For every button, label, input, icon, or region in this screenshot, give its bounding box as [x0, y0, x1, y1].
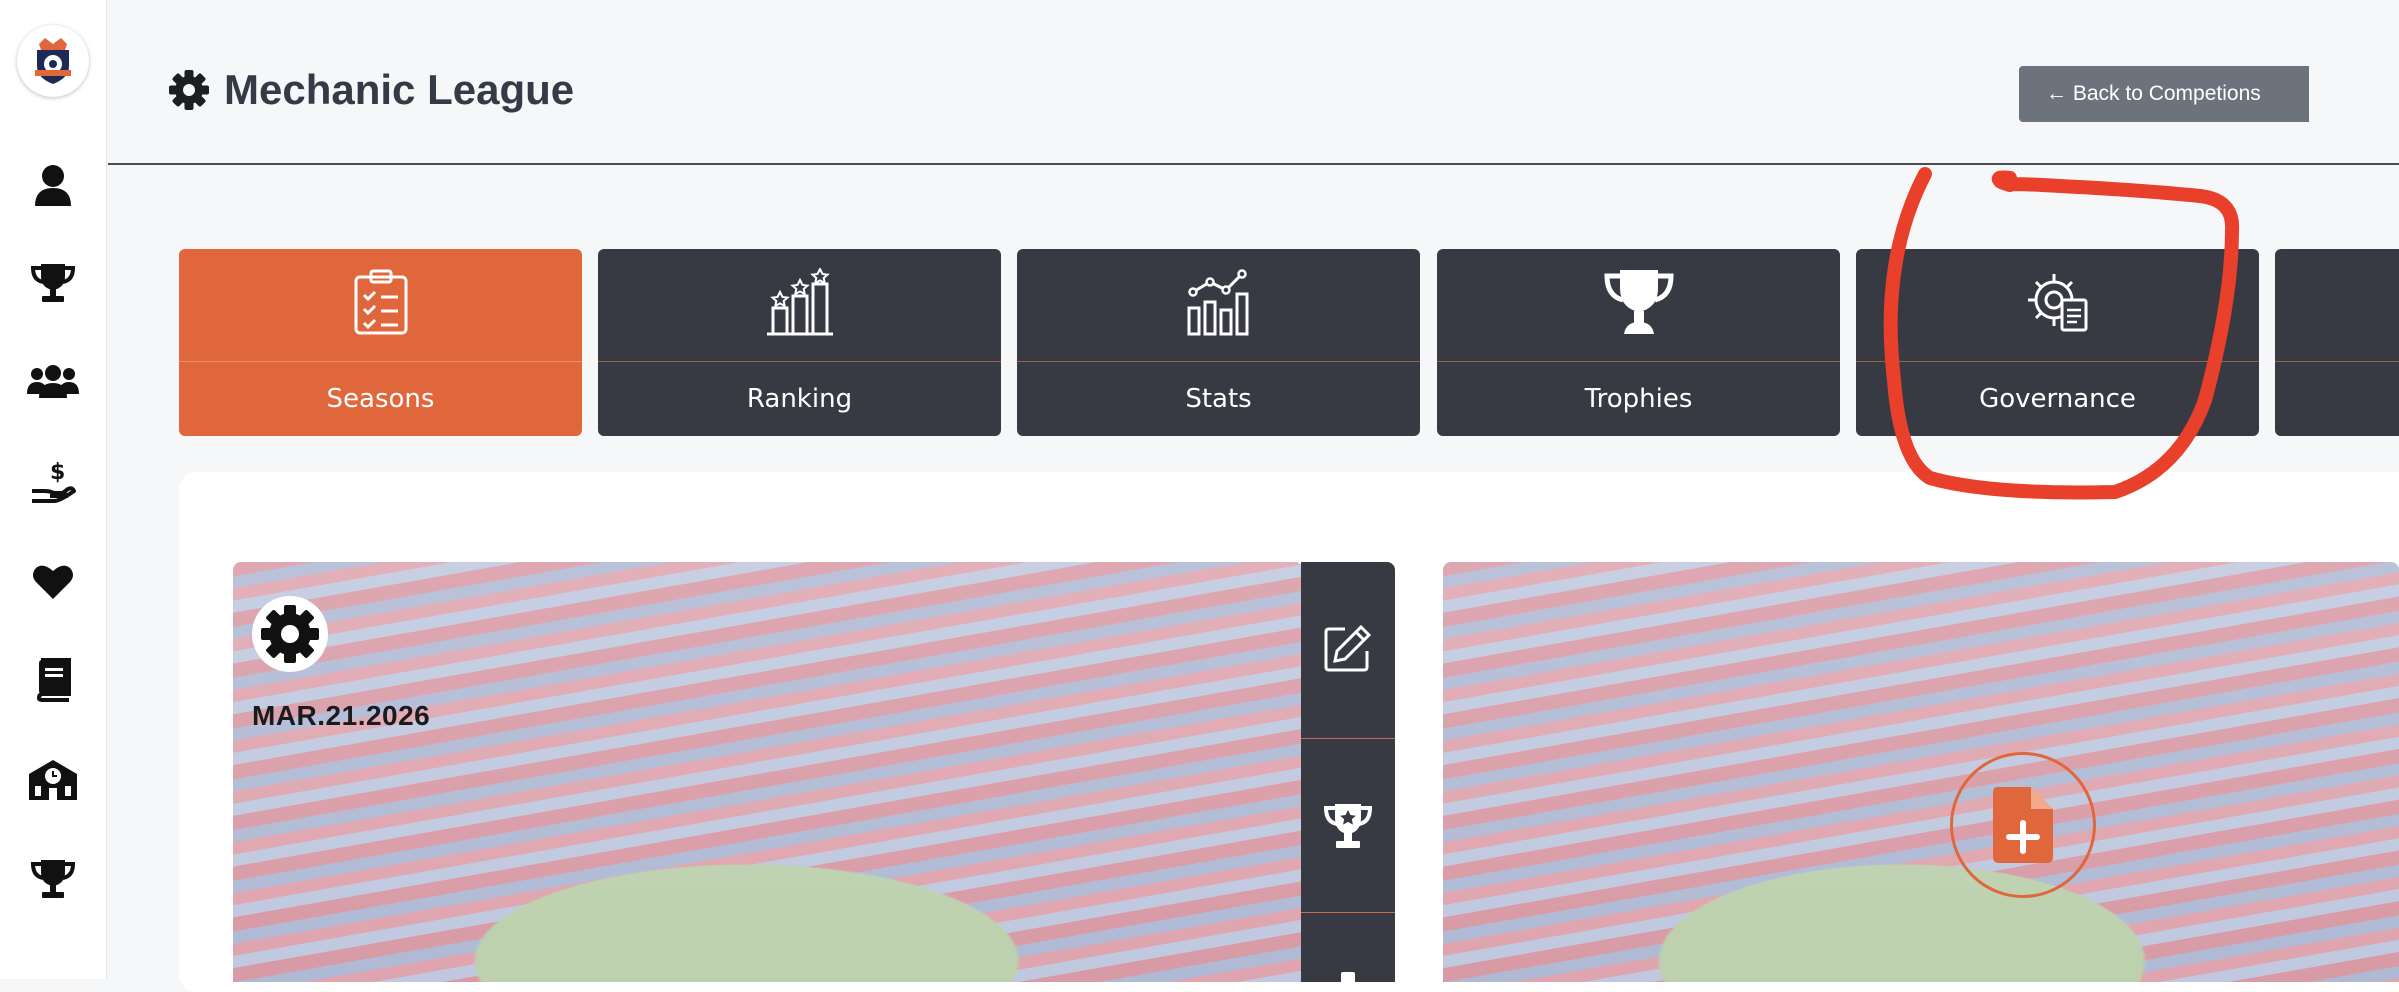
- tab-divider: [179, 361, 582, 362]
- gear-document-icon: [1856, 265, 2259, 339]
- tab-label: Ranking: [746, 384, 853, 414]
- trophy-icon: [31, 860, 75, 898]
- club-logo[interactable]: [17, 25, 89, 97]
- edit-season-button[interactable]: [1301, 562, 1395, 734]
- sidebar-item-teams[interactable]: [24, 353, 82, 411]
- sidebar: $: [0, 0, 107, 979]
- season-date: MAR.21.2026: [252, 700, 431, 731]
- season-trophy-button[interactable]: [1301, 740, 1395, 912]
- gear-icon: [252, 596, 328, 672]
- sidebar-item-rules[interactable]: [24, 651, 82, 709]
- tab-divider: [2275, 361, 2399, 362]
- heart-icon: [33, 565, 73, 599]
- tab-trophies[interactable]: Trophies: [1437, 249, 1840, 436]
- season-more-button[interactable]: [1301, 914, 1395, 982]
- clipboard-checklist-icon: [179, 265, 582, 339]
- tab-governance[interactable]: Governance: [1856, 249, 2259, 436]
- tab-divider: [1017, 361, 1420, 362]
- tab-label: Trophies: [1584, 384, 1693, 414]
- tab-label: Governance: [1979, 384, 2136, 414]
- add-season-button[interactable]: [1950, 752, 2096, 898]
- svg-text:$: $: [50, 460, 65, 485]
- trophy-icon: [1437, 265, 1840, 339]
- page-title: Mechanic League: [224, 66, 575, 113]
- logo-icon: [35, 38, 71, 84]
- users-icon: [27, 365, 79, 398]
- stats-chart-icon: [1017, 265, 1420, 339]
- sidebar-item-schedule[interactable]: [24, 751, 82, 809]
- page-title-wrap: Mechanic League: [168, 66, 574, 114]
- tab-stats[interactable]: Stats: [1017, 249, 1420, 436]
- tab-more[interactable]: [2275, 249, 2399, 436]
- user-icon: [35, 165, 71, 206]
- sidebar-item-favorites[interactable]: [24, 553, 82, 611]
- sidebar-item-finance[interactable]: $: [24, 453, 82, 511]
- tab-seasons[interactable]: Seasons: [179, 249, 582, 436]
- tab-ranking[interactable]: Ranking: [598, 249, 1001, 436]
- back-to-competitions-button[interactable]: ← Back to Competions: [2019, 66, 2309, 122]
- season-card-image[interactable]: [233, 562, 1303, 982]
- document-icon: [1341, 972, 1355, 982]
- season-actions: [1301, 562, 1395, 982]
- trophy-star-icon: [1323, 804, 1373, 848]
- edit-icon: [1324, 624, 1372, 672]
- school-icon: [29, 760, 77, 800]
- tab-divider: [1437, 361, 1840, 362]
- sidebar-item-awards[interactable]: [24, 850, 82, 908]
- trophy-icon: [31, 264, 75, 302]
- gear-icon: [169, 70, 209, 110]
- tab-label: Seasons: [326, 384, 435, 414]
- tab-divider: [1856, 361, 2259, 362]
- file-plus-icon: [1993, 787, 2053, 863]
- ranking-podium-icon: [598, 265, 1001, 339]
- tab-label: Stats: [1185, 384, 1252, 414]
- action-divider: [1301, 738, 1395, 739]
- tab-divider: [598, 361, 1001, 362]
- sidebar-item-competitions[interactable]: [24, 254, 82, 312]
- add-season-card-image[interactable]: [1443, 562, 2399, 982]
- action-divider: [1301, 912, 1395, 913]
- sidebar-item-profile[interactable]: [24, 157, 82, 215]
- book-icon: [36, 658, 71, 702]
- hand-dollar-icon: $: [32, 460, 76, 503]
